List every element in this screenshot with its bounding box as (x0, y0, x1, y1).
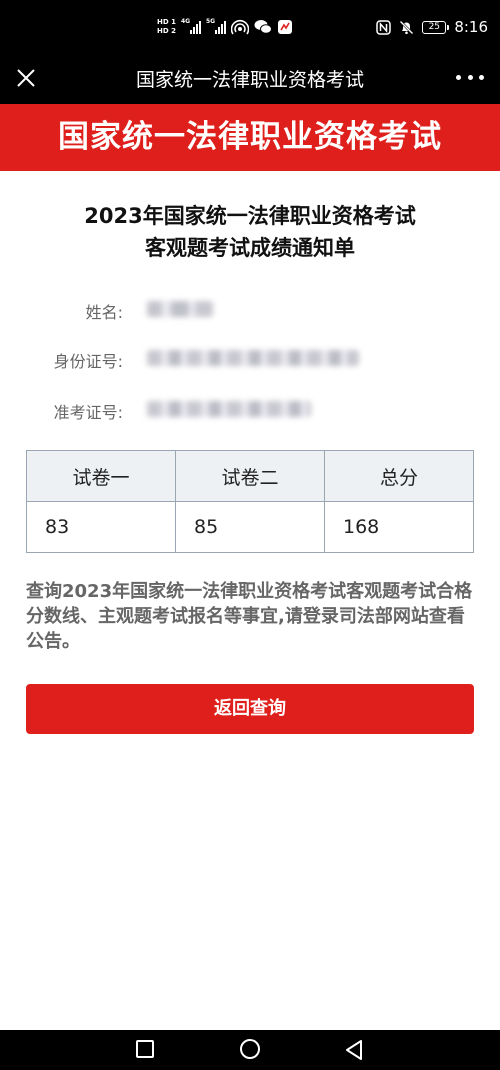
clock: 8:16 (454, 18, 488, 36)
more-dot-icon (456, 74, 461, 80)
notice-text: 查询2023年国家统一法律职业资格考试客观题考试合格分数线、主观题考试报名等事宜… (26, 581, 473, 652)
hd2-label: HD 2 (157, 27, 176, 35)
header-banner: 国家统一法律职业资格考试 (0, 104, 500, 171)
column-header-total: 总分 (324, 450, 474, 502)
battery-icon: 25 (422, 20, 450, 34)
status-icons-right: 25 8:16 (376, 16, 488, 38)
table-header-row: 试卷一 试卷二 总分 (26, 450, 474, 502)
system-nav-bar (0, 1030, 500, 1070)
page-content: 国家统一法律职业资格考试 2023年国家统一法律职业资格考试 客观题考试成绩通知… (0, 104, 500, 1030)
network-type-label: 4G (180, 18, 191, 25)
mute-bell-icon (399, 20, 414, 34)
app-notification-icon (277, 20, 292, 34)
page-title: 2023年国家统一法律职业资格考试 (84, 204, 416, 228)
id-number-label: 身份证号: (53, 352, 123, 371)
ticket-number-label: 准考证号: (53, 403, 123, 422)
page-subtitle: 客观题考试成绩通知单 (145, 236, 355, 260)
table-row: 83 85 168 (26, 501, 474, 553)
signal-icon: 5G (205, 18, 226, 34)
back-icon[interactable] (344, 1039, 364, 1061)
nfc-icon (376, 19, 392, 35)
status-icons-left: HD 1 HD 2 4G 5G (157, 16, 293, 38)
close-icon (17, 69, 35, 87)
signal-icon: 4G (180, 18, 201, 34)
hd1-label: HD 1 (157, 18, 176, 26)
network-type-label: 5G (205, 18, 216, 25)
wechat-icon (254, 20, 272, 34)
score-table: 试卷一 试卷二 总分 83 85 168 (26, 450, 474, 553)
more-dot-icon (467, 74, 473, 80)
close-button[interactable] (10, 62, 42, 94)
name-value-redacted (147, 301, 213, 317)
column-header-paper-1: 试卷一 (26, 450, 176, 502)
id-number-value-redacted (147, 350, 359, 366)
app-bar: 国家统一法律职业资格考试 (0, 54, 500, 104)
column-header-paper-2: 试卷二 (175, 450, 325, 502)
status-bar: HD 1 HD 2 4G 5G 25 8:16 (0, 0, 500, 54)
more-dot-icon (479, 74, 484, 80)
back-to-query-button[interactable]: 返回查询 (26, 684, 474, 734)
app-title: 国家统一法律职业资格考试 (135, 69, 364, 91)
ticket-number-value-redacted (147, 401, 311, 417)
score-paper-2: 85 (175, 501, 325, 553)
hotspot-icon (230, 19, 249, 35)
more-menu-button[interactable] (456, 72, 484, 82)
recent-apps-icon[interactable] (136, 1040, 154, 1058)
home-icon[interactable] (240, 1039, 260, 1059)
name-label: 姓名: (85, 303, 123, 322)
score-paper-1: 83 (26, 501, 176, 553)
hd-indicator: HD 1 HD 2 (157, 18, 176, 36)
score-total: 168 (324, 501, 474, 553)
